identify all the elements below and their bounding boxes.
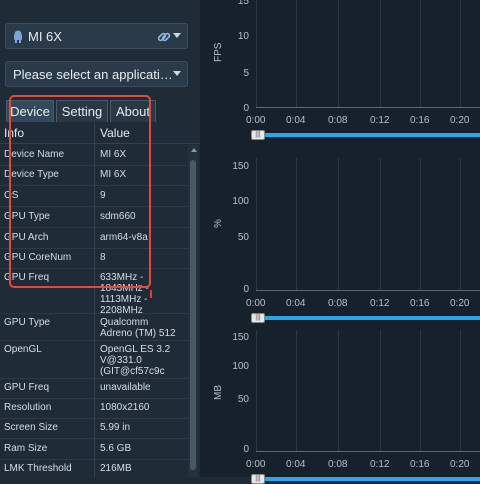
grid-line <box>256 0 257 107</box>
row-value-line: unavailable <box>100 382 151 393</box>
x-tick-label: 0:08 <box>328 298 348 309</box>
row-value: Qualcomm Adreno (TM) 512 <box>100 317 186 339</box>
grid-line <box>296 0 297 107</box>
row-value-line: 1080x2160 <box>100 402 150 413</box>
row-key: GPU Freq <box>4 382 50 393</box>
x-tick-label: 0:04 <box>286 298 306 309</box>
time-range-slider[interactable] <box>256 133 480 137</box>
x-tick-label: 0:16 <box>410 115 430 126</box>
y-tick-label: 0 <box>243 103 249 114</box>
row-key: Resolution <box>4 402 52 413</box>
row-key: Ram Size <box>4 443 48 454</box>
row-value-line: (GIT@cf57c9c <box>100 366 165 377</box>
grid-line <box>256 330 257 451</box>
y-tick-label: 15 <box>237 0 249 7</box>
grid-line <box>460 158 461 290</box>
scroll-up-icon[interactable] <box>191 148 197 152</box>
row-value-line: V@331.0 <box>100 355 142 366</box>
row-value-line: 5.6 GB <box>100 443 132 454</box>
x-tick-label: 0:00 <box>246 459 266 470</box>
table-scrollbar[interactable] <box>188 145 198 477</box>
row-value: 5.6 GB <box>100 443 186 454</box>
x-axis <box>256 451 480 452</box>
x-tick-label: 0:12 <box>370 298 390 309</box>
time-range-slider[interactable] <box>256 477 480 481</box>
row-value-line: 5.99 in <box>100 422 131 433</box>
highlight-annotation-box <box>9 95 151 288</box>
app-select-placeholder: Please select an applicati… <box>13 67 173 82</box>
y-tick-label: 0 <box>243 444 249 455</box>
slider-handle-icon[interactable]: ||| <box>251 130 265 140</box>
chart-ylabel: % <box>213 219 224 228</box>
x-tick-label: 0:16 <box>410 298 430 309</box>
chevron-down-icon <box>173 71 181 76</box>
x-tick-label: 0:08 <box>328 115 348 126</box>
grid-line <box>420 330 421 451</box>
device-select-label: MI 6X <box>28 29 62 44</box>
annotation-mark <box>150 290 152 298</box>
x-tick-label: 0:04 <box>286 115 306 126</box>
chart-ylabel: FPS <box>213 42 224 62</box>
android-icon <box>14 30 22 43</box>
y-tick-label: 50 <box>237 394 249 405</box>
row-value: unavailable <box>100 382 186 393</box>
x-tick-label: 0:16 <box>410 459 430 470</box>
grid-line <box>338 0 339 107</box>
row-value-line: 216MB <box>100 463 132 474</box>
y-tick-label: 0 <box>243 284 249 295</box>
grid-line <box>420 0 421 107</box>
link-icon[interactable] <box>157 30 171 44</box>
x-tick-label: 0:00 <box>246 298 266 309</box>
y-tick-label: 50 <box>237 232 249 243</box>
row-value: 5.99 in <box>100 422 186 433</box>
row-key: GPU Type <box>4 317 50 328</box>
grid-line <box>296 330 297 451</box>
grid-line <box>338 158 339 290</box>
x-tick-label: 0:12 <box>370 459 390 470</box>
x-tick-label: 0:08 <box>328 459 348 470</box>
y-tick-label: 100 <box>232 196 249 207</box>
row-key: LMK Threshold <box>4 463 72 474</box>
slider-handle-icon[interactable]: ||| <box>251 474 265 484</box>
device-select[interactable]: MI 6X <box>5 23 188 49</box>
row-value-line: 1113MHz - <box>100 294 148 305</box>
row-value-line: Qualcomm <box>100 317 149 328</box>
x-axis <box>256 107 480 108</box>
row-value-line: Adreno (TM) 512 <box>100 328 176 339</box>
slider-handle-icon[interactable]: ||| <box>251 313 265 323</box>
y-tick-label: 150 <box>232 161 249 172</box>
y-tick-label: 5 <box>243 68 249 79</box>
x-tick-label: 0:20 <box>450 298 470 309</box>
row-value: 1080x2160 <box>100 402 186 413</box>
grid-line <box>460 0 461 107</box>
grid-line <box>380 330 381 451</box>
x-tick-label: 0:20 <box>450 115 470 126</box>
row-value: 216MB <box>100 463 186 474</box>
row-key: OpenGL <box>4 344 42 355</box>
y-tick-label: 150 <box>232 332 249 343</box>
grid-line <box>380 0 381 107</box>
grid-line <box>460 330 461 451</box>
x-tick-label: 0:04 <box>286 459 306 470</box>
x-tick-label: 0:00 <box>246 115 266 126</box>
grid-line <box>256 158 257 290</box>
grid-line <box>338 330 339 451</box>
grid-line <box>420 158 421 290</box>
x-axis <box>256 290 480 291</box>
grid-line <box>380 158 381 290</box>
row-key: Screen Size <box>4 422 58 433</box>
app-select[interactable]: Please select an applicati… <box>5 61 188 87</box>
y-tick-label: 100 <box>232 361 249 372</box>
x-tick-label: 0:12 <box>370 115 390 126</box>
chevron-down-icon <box>173 33 181 38</box>
x-tick-label: 0:20 <box>450 459 470 470</box>
scrollbar-thumb[interactable] <box>190 160 196 470</box>
y-tick-label: 10 <box>237 31 249 42</box>
row-value: OpenGL ES 3.2 V@331.0 (GIT@cf57c9c <box>100 344 186 377</box>
time-range-slider[interactable] <box>256 316 480 320</box>
row-value-line: OpenGL ES 3.2 <box>100 344 171 355</box>
grid-line <box>296 158 297 290</box>
